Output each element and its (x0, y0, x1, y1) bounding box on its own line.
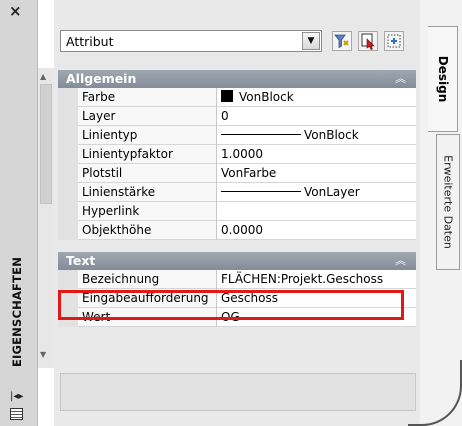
property-grid: Allgemein ︽ Farbe VonBlock Layer 0 Linie… (58, 70, 416, 327)
property-name: Hyperlink (78, 202, 217, 221)
property-value[interactable]: FLÄCHEN:Projekt.Geschoss (217, 270, 416, 289)
tab-design[interactable]: Design (428, 26, 458, 132)
property-name: Wert (78, 308, 217, 327)
lineweight-preview (221, 191, 301, 192)
property-row-plotstyle[interactable]: Plotstil VonFarbe (58, 164, 416, 183)
palette-title: EIGENSCHAFTEN (10, 256, 24, 368)
chevron-down-icon[interactable]: ▼ (302, 32, 320, 50)
object-type-value: Attribut (66, 34, 114, 49)
property-value[interactable]: VonBlock (217, 88, 416, 107)
scrollbar-thumb[interactable] (40, 84, 52, 204)
property-name: Linientyp (78, 126, 217, 145)
property-name: Bezeichnung (78, 270, 217, 289)
property-name: Farbe (78, 88, 217, 107)
auto-hide-icon[interactable]: |◂▸ (10, 391, 23, 402)
property-name: Eingabeaufforderung (78, 289, 217, 308)
tab-extended-data[interactable]: Erweiterte Daten (436, 134, 460, 270)
property-value[interactable]: 0 (217, 107, 416, 126)
property-name: Plotstil (78, 164, 217, 183)
property-name: Linienstärke (78, 183, 217, 202)
property-name: Objekthöhe (78, 221, 217, 240)
property-name: Layer (78, 107, 217, 126)
property-value[interactable]: VonBlock (217, 126, 416, 145)
property-row-object-height[interactable]: Objekthöhe 0.0000 (58, 221, 416, 240)
category-header-text[interactable]: Text ︽ (58, 252, 416, 270)
property-row-tag[interactable]: Bezeichnung FLÄCHEN:Projekt.Geschoss (58, 270, 416, 289)
palette-title-bar: × EIGENSCHAFTEN |◂▸ (0, 0, 38, 426)
select-objects-icon[interactable] (358, 31, 378, 51)
quick-select-icon[interactable] (384, 31, 404, 51)
description-area (60, 373, 416, 411)
collapse-chevron-icon[interactable]: ︽ (395, 70, 406, 88)
color-swatch-icon (221, 90, 233, 102)
property-row-linetype-scale[interactable]: Linientypfaktor 1.0000 (58, 145, 416, 164)
property-row-layer[interactable]: Layer 0 (58, 107, 416, 126)
property-row-linetype[interactable]: Linientyp VonBlock (58, 126, 416, 145)
property-value[interactable]: OG (217, 308, 416, 327)
object-type-dropdown[interactable]: Attribut ▼ (60, 30, 322, 52)
property-value[interactable]: VonFarbe (217, 164, 416, 183)
scroll-up-arrow-icon[interactable]: ▲ (40, 72, 46, 81)
category-header-general[interactable]: Allgemein ︽ (58, 70, 416, 88)
close-icon[interactable]: × (9, 4, 22, 19)
property-row-hyperlink[interactable]: Hyperlink (58, 202, 416, 221)
property-value[interactable]: 1.0000 (217, 145, 416, 164)
collapse-chevron-icon[interactable]: ︽ (395, 252, 406, 270)
property-row-color[interactable]: Farbe VonBlock (58, 88, 416, 107)
property-row-value[interactable]: Wert OG (58, 308, 416, 327)
property-row-lineweight[interactable]: Linienstärke VonLayer (58, 183, 416, 202)
properties-menu-icon[interactable] (10, 408, 23, 420)
property-row-prompt[interactable]: Eingabeaufforderung Geschoss (58, 289, 416, 308)
property-value[interactable]: Geschoss (217, 289, 416, 308)
property-value[interactable]: 0.0000 (217, 221, 416, 240)
property-name: Linientypfaktor (78, 145, 217, 164)
filter-icon[interactable] (332, 31, 352, 51)
linetype-preview (221, 134, 301, 135)
property-value[interactable]: VonLayer (217, 183, 416, 202)
scroll-down-arrow-icon[interactable]: ▼ (40, 350, 46, 359)
property-value[interactable] (217, 202, 416, 221)
